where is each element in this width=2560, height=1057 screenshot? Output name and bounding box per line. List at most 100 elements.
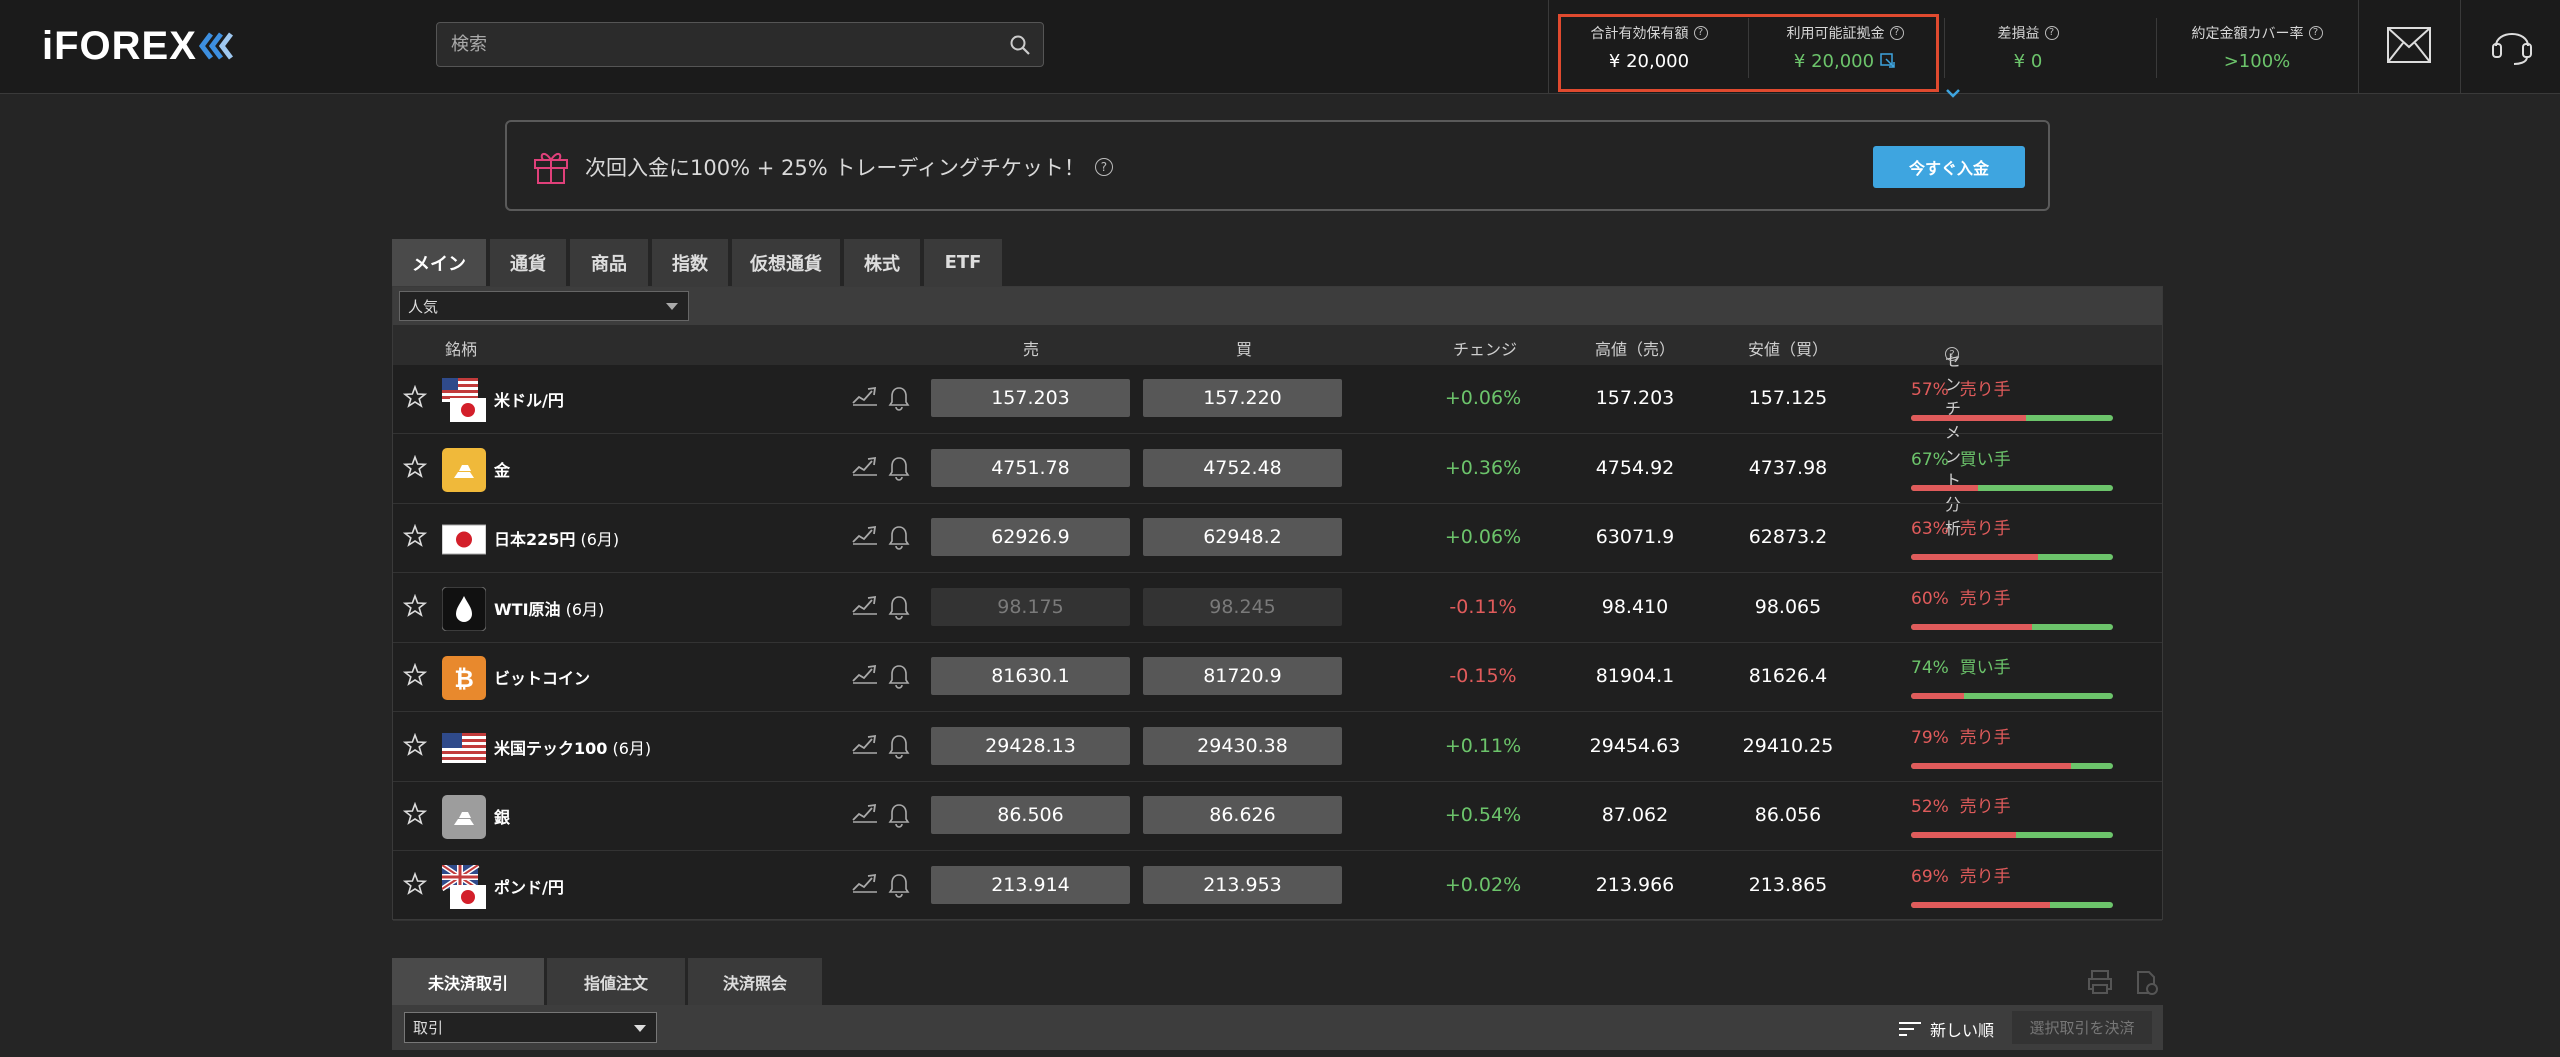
chart-icon[interactable] xyxy=(851,455,879,485)
sell-price-button[interactable]: 157.203 xyxy=(931,379,1130,417)
mail-icon[interactable] xyxy=(2386,26,2432,64)
buy-price-button[interactable]: 4752.48 xyxy=(1143,448,1342,487)
table-row[interactable]: ポンド/円 213.914 213.953 +0.02% 213.966 213… xyxy=(393,852,2162,921)
coverage-label: 約定金額カバー率 xyxy=(2191,25,2304,42)
chart-icon[interactable] xyxy=(851,733,879,763)
buy-price-button[interactable]: 29430.38 xyxy=(1143,726,1342,765)
help-icon[interactable]: ? xyxy=(1094,158,1113,176)
help-icon[interactable]: ? xyxy=(2044,25,2059,40)
favorite-star-icon[interactable] xyxy=(402,662,428,687)
alert-bell-icon[interactable] xyxy=(887,524,911,554)
instrument-name[interactable]: 銀 xyxy=(494,804,510,828)
table-row[interactable]: ₿ ビットコイン 81630.1 81720.9 -0.15% 81904.1 … xyxy=(393,643,2162,712)
tab-stocks[interactable]: 株式 xyxy=(844,239,920,286)
sell-price-button[interactable]: 81630.1 xyxy=(931,657,1130,695)
instrument-name[interactable]: ポンド/円 xyxy=(494,874,564,898)
row-tools xyxy=(851,802,911,832)
search-icon[interactable] xyxy=(1009,34,1031,56)
chart-icon[interactable] xyxy=(851,802,879,832)
sell-price-button[interactable]: 29428.13 xyxy=(931,726,1130,765)
chart-icon[interactable] xyxy=(851,524,879,554)
favorite-star-icon[interactable] xyxy=(402,384,428,409)
favorite-star-icon[interactable] xyxy=(402,732,428,757)
buy-price-button[interactable]: 157.220 xyxy=(1143,379,1342,417)
stat-divider xyxy=(2156,18,2157,78)
table-row[interactable]: WTI原油 (6月) 98.175 98.245 -0.11% 98.410 9… xyxy=(393,574,2162,643)
chart-icon[interactable] xyxy=(851,385,879,415)
trade-type-select[interactable]: 取引 xyxy=(404,1012,657,1043)
help-icon[interactable]: ? xyxy=(2308,25,2323,40)
tab-crypto[interactable]: 仮想通貨 xyxy=(732,239,840,286)
buy-price-button[interactable]: 98.245 xyxy=(1143,587,1342,626)
alert-bell-icon[interactable] xyxy=(887,802,911,832)
chart-icon[interactable] xyxy=(851,594,879,624)
alert-bell-icon[interactable] xyxy=(887,594,911,624)
low-value: 157.125 xyxy=(1748,387,1828,409)
promo-text: 次回入金に100% + 25% トレーディングチケット！ xyxy=(585,156,1085,180)
alert-bell-icon[interactable] xyxy=(887,385,911,415)
chart-icon[interactable] xyxy=(851,872,879,902)
buy-price-button[interactable]: 62948.2 xyxy=(1143,518,1342,556)
alert-bell-icon[interactable] xyxy=(887,872,911,902)
sentiment: 57% 売り手 xyxy=(1911,375,2121,421)
tab-commodities[interactable]: 商品 xyxy=(570,239,648,286)
table-row[interactable]: 米ドル/円 157.203 157.220 +0.06% 157.203 157… xyxy=(393,365,2162,434)
alert-bell-icon[interactable] xyxy=(887,455,911,485)
sentiment: 69% 売り手 xyxy=(1911,862,2121,908)
tab-limit-orders[interactable]: 指値注文 xyxy=(547,958,685,1005)
instrument-name[interactable]: 日本225円 (6月) xyxy=(494,526,619,550)
export-icon[interactable] xyxy=(2132,968,2160,996)
alert-bell-icon[interactable] xyxy=(887,733,911,763)
support-headset-icon[interactable] xyxy=(2488,20,2536,68)
sell-price-button[interactable]: 62926.9 xyxy=(931,518,1130,556)
sell-price-button[interactable]: 98.175 xyxy=(931,587,1130,626)
header-divider xyxy=(2358,0,2359,94)
tab-open-positions[interactable]: 未決済取引 xyxy=(392,958,544,1005)
sort-label: 新しい順 xyxy=(1930,1021,1995,1040)
top-header: iFOREX 合計有効保有額? ¥ 20,000 利用可能証拠金? ¥ 20,0… xyxy=(0,0,2560,98)
deposit-now-button[interactable]: 今すぐ入金 xyxy=(1873,146,2025,188)
table-row[interactable]: 日本225円 (6月) 62926.9 62948.2 +0.06% 63071… xyxy=(393,504,2162,573)
iforex-logo[interactable]: iFOREX xyxy=(42,22,233,70)
table-row[interactable]: 銀 86.506 86.626 +0.54% 87.062 86.056 52%… xyxy=(393,782,2162,851)
sentiment-label: 売り手 xyxy=(1959,519,2011,539)
table-row[interactable]: 金 4751.78 4752.48 +0.36% 4754.92 4737.98… xyxy=(393,435,2162,504)
instrument-name[interactable]: 米ドル/円 xyxy=(494,387,564,411)
category-filter-select[interactable]: 人気 xyxy=(399,291,689,321)
buy-price-button[interactable]: 86.626 xyxy=(1143,796,1342,834)
chart-icon[interactable] xyxy=(851,663,879,693)
instrument-name-sub: (6月) xyxy=(607,738,652,758)
sell-price-button[interactable]: 86.506 xyxy=(931,796,1130,834)
sort-control[interactable]: 新しい順 xyxy=(1898,1017,1994,1041)
favorite-star-icon[interactable] xyxy=(402,454,428,479)
print-icon[interactable] xyxy=(2086,968,2114,996)
favorite-star-icon[interactable] xyxy=(402,871,428,896)
tab-etf[interactable]: ETF xyxy=(924,239,1002,286)
instrument-name[interactable]: 米国テック100 (6月) xyxy=(494,735,651,759)
instrument-name[interactable]: 金 xyxy=(494,457,510,481)
low-value: 29410.25 xyxy=(1742,734,1834,757)
buy-price-button[interactable]: 81720.9 xyxy=(1143,657,1342,695)
search-input[interactable] xyxy=(437,23,1043,66)
col-buy: 買 xyxy=(1236,340,1253,359)
favorite-star-icon[interactable] xyxy=(402,523,428,548)
sell-price-button[interactable]: 4751.78 xyxy=(931,448,1130,487)
sell-price-button[interactable]: 213.914 xyxy=(931,865,1130,904)
table-row[interactable]: 米国テック100 (6月) 29428.13 29430.38 +0.11% 2… xyxy=(393,713,2162,782)
buy-price-button[interactable]: 213.953 xyxy=(1143,865,1342,904)
tab-closed-positions[interactable]: 決済照会 xyxy=(688,958,822,1005)
sentiment-bar xyxy=(1911,415,2113,421)
instrument-name[interactable]: ビットコイン xyxy=(494,665,590,689)
change-value: -0.11% xyxy=(1449,595,1517,618)
change-value: +0.36% xyxy=(1444,456,1522,479)
help-icon[interactable]: ? xyxy=(1945,347,1959,361)
tab-indices[interactable]: 指数 xyxy=(652,239,728,286)
gbp-jpy-flag xyxy=(440,862,486,909)
tab-currency[interactable]: 通貨 xyxy=(490,239,566,286)
favorite-star-icon[interactable] xyxy=(402,801,428,826)
alert-bell-icon[interactable] xyxy=(887,663,911,693)
close-selected-button[interactable]: 選択取引を決済 xyxy=(2012,1011,2152,1044)
instrument-name[interactable]: WTI原油 (6月) xyxy=(494,596,604,620)
tab-main[interactable]: メイン xyxy=(392,239,486,286)
favorite-star-icon[interactable] xyxy=(402,593,428,618)
